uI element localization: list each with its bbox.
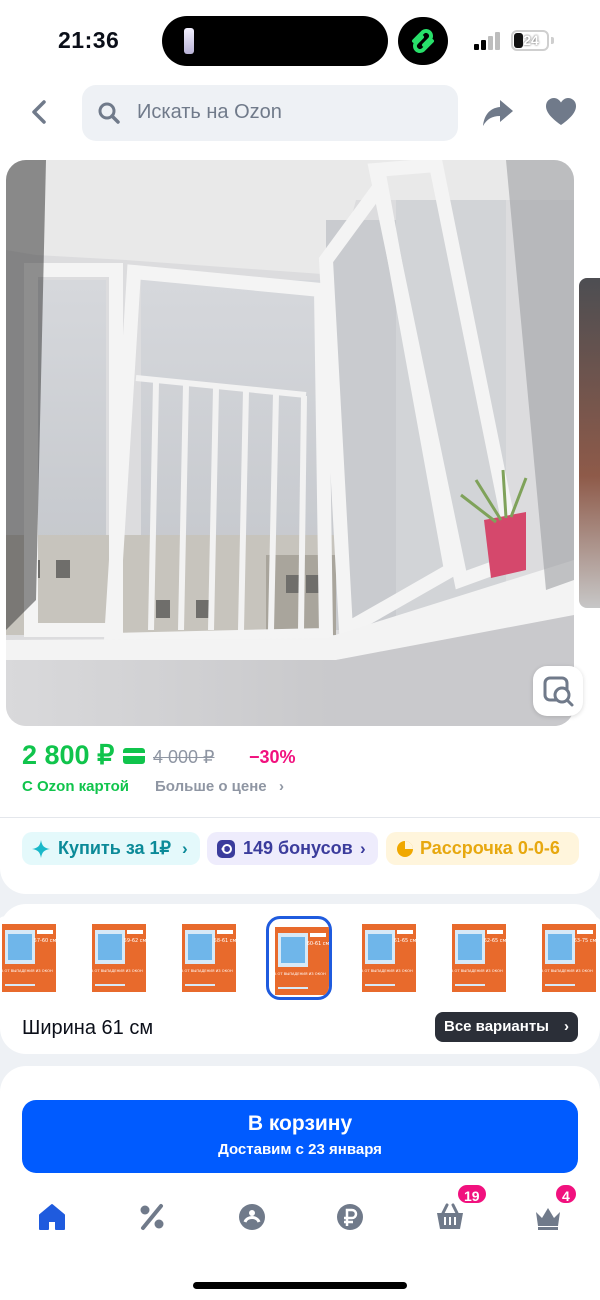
price-details-link[interactable]: Больше о цене [155,778,267,795]
flashlight-icon [184,28,194,54]
svg-text:59-62 см: 59-62 см [124,938,147,944]
price-old: 4 000 ₽ [153,747,215,767]
tab-bar: 19 4 [0,1183,600,1250]
variant-thumb[interactable]: 62-65 см ЗАЩИТА ОТ ВЫПАДЕНИЯ ИЗ ОКОН [446,916,512,1000]
product-card: 2 800 ₽ 4 000 ₽ −30% С Ozon картой Больш… [0,148,600,894]
all-variants-label: Все варианты [444,1018,549,1035]
all-variants-button[interactable]: Все варианты › [435,1012,578,1042]
svg-text:ЗАЩИТА ОТ ВЫПАДЕНИЯ ИЗ ОКОН: ЗАЩИТА ОТ ВЫПАДЕНИЯ ИЗ ОКОН [536,969,593,973]
tab-promotions[interactable] [122,1190,182,1246]
svg-text:ЗАЩИТА ОТ ВЫПАДЕНИЯ ИЗ ОКОН: ЗАЩИТА ОТ ВЫПАДЕНИЯ ИЗ ОКОН [176,969,233,973]
cart-button-label: В корзину [247,1112,353,1135]
product-image[interactable] [6,160,574,726]
product-page: 21:36 24 Искать на Ozon 2 800 ₽ 4 000 ₽ … [0,0,600,1300]
bonus-chip[interactable]: 149 бонусов › [207,832,378,865]
installment-icon [397,841,413,857]
chevron-right-icon: › [279,778,284,795]
chevron-right-icon: › [182,839,188,858]
chevron-right-icon: › [360,839,366,858]
buy-for-1-ruble-chip[interactable]: Купить за 1₽ › [22,832,200,865]
tab-finance[interactable] [320,1190,380,1246]
tab-home[interactable] [22,1190,82,1246]
chevron-left-icon [32,100,46,124]
search-input[interactable]: Искать на Ozon [82,85,458,141]
divider [0,817,600,818]
sparkle-icon [32,840,50,858]
dynamic-island [162,16,388,66]
svg-text:ЗАЩИТА ОТ ВЫПАДЕНИЯ ИЗ ОКОН: ЗАЩИТА ОТ ВЫПАДЕНИЯ ИЗ ОКОН [86,969,143,973]
status-bar: 21:36 24 [0,0,600,80]
width-label: Ширина 61 см [22,1017,154,1039]
variant-thumb[interactable]: 59-62 см ЗАЩИТА ОТ ВЫПАДЕНИЯ ИЗ ОКОН [86,916,152,1000]
fresh-icon [239,1204,265,1230]
cart-count-badge: 19 [456,1183,488,1205]
tab-profile[interactable]: 4 [518,1183,578,1246]
ruble-icon [337,1204,363,1230]
chip-bonus-label: 149 бонусов [243,838,353,858]
svg-text:57-60 см: 57-60 см [34,938,57,944]
profile-notifications-badge: 4 [554,1183,578,1205]
svg-text:ЗАЩИТА ОТ ВЫПАДЕНИЯ ИЗ ОКОН: ЗАЩИТА ОТ ВЫПАДЕНИЯ ИЗ ОКОН [356,969,413,973]
tab-fresh[interactable] [222,1190,282,1246]
svg-text:62-65 см: 62-65 см [484,938,507,944]
favorite-button[interactable] [544,96,578,128]
share-button[interactable] [480,96,516,130]
price-current: 2 800 ₽ [22,740,115,770]
top-nav: Искать на Ozon [0,80,600,148]
battery-icon: 24 [511,30,549,51]
percent-icon [140,1204,164,1230]
variant-thumb[interactable]: 63-75 см ЗАЩИТА ОТ ВЫПАДЕНИЯ ИЗ ОКОН [536,916,600,1000]
svg-text:61-65 см: 61-65 см [394,938,417,944]
home-icon [39,1204,65,1230]
chip-buy-label: Купить за 1₽ [58,838,172,858]
next-image-preview[interactable] [579,278,600,608]
bottom-sheet: В корзину Доставим с 23 января 19 4 [0,1066,600,1300]
heart-icon [546,98,576,125]
variant-thumb[interactable]: 61-65 см ЗАЩИТА ОТ ВЫПАДЕНИЯ ИЗ ОКОН [356,916,422,1000]
status-time: 21:36 [58,27,120,53]
cart-icon [437,1203,463,1229]
svg-text:ЗАЩИТА ОТ ВЫПАДЕНИЯ ИЗ ОКОН: ЗАЩИТА ОТ ВЫПАДЕНИЯ ИЗ ОКОН [269,972,326,976]
ozon-card-label: С Ozon картой [22,778,130,795]
share-icon [483,100,513,126]
battery-level: 24 [523,32,539,48]
similar-search-icon [543,676,574,707]
similar-search-button[interactable] [533,666,583,716]
ozon-live-activity-icon [398,17,448,65]
svg-text:ЗАЩИТА ОТ ВЫПАДЕНИЯ ИЗ ОКОН: ЗАЩИТА ОТ ВЫПАДЕНИЯ ИЗ ОКОН [0,969,53,973]
ozon-card-icon [123,748,145,764]
delivery-date: Доставим с 23 января [218,1141,382,1158]
variants-card: 57-60 смЗАЩИТА ОТ ВЫПАДЕНИЯ ИЗ ОКОН59-62… [0,904,600,1054]
add-to-cart-button[interactable]: В корзину Доставим с 23 января [22,1100,578,1173]
tab-cart[interactable]: 19 [420,1183,488,1246]
discount-badge: −30% [249,747,296,767]
bonus-icon [217,840,235,858]
back-button[interactable] [22,94,58,130]
home-indicator [193,1282,407,1289]
svg-text:60-61 см: 60-61 см [307,941,330,947]
signal-icon [474,32,504,50]
chip-installment-label: Рассрочка 0-0-6 [420,838,560,858]
chevron-right-icon: › [564,1018,569,1035]
installment-chip[interactable]: Рассрочка 0-0-6 [386,832,579,865]
variant-thumb[interactable]: 60-61 см ЗАЩИТА ОТ ВЫПАДЕНИЯ ИЗ ОКОН [266,916,332,1000]
variant-thumb[interactable]: 57-60 см ЗАЩИТА ОТ ВЫПАДЕНИЯ ИЗ ОКОН [0,916,62,1000]
crown-icon [536,1208,560,1230]
svg-text:63-75 см: 63-75 см [574,938,597,944]
search-icon [98,102,120,124]
search-placeholder: Искать на Ozon [137,101,282,123]
svg-text:58-61 см: 58-61 см [214,938,237,944]
variant-thumb[interactable]: 58-61 см ЗАЩИТА ОТ ВЫПАДЕНИЯ ИЗ ОКОН [176,916,242,1000]
svg-text:ЗАЩИТА ОТ ВЫПАДЕНИЯ ИЗ ОКОН: ЗАЩИТА ОТ ВЫПАДЕНИЯ ИЗ ОКОН [446,969,503,973]
